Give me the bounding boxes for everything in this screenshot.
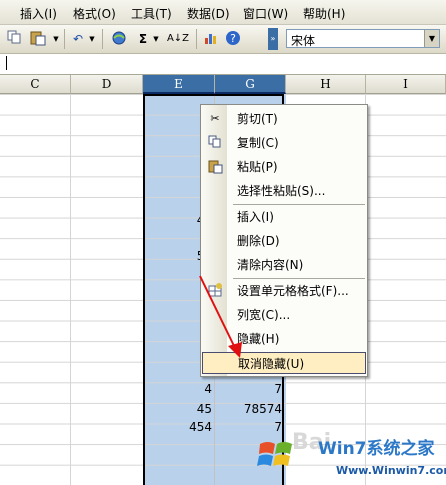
menu-item-copy[interactable]: 复制(C)	[202, 132, 366, 154]
menu-item-label: 取消隐藏(U)	[238, 357, 305, 371]
gridline	[70, 94, 71, 485]
menu-insert[interactable]: 插入(I)	[20, 5, 57, 22]
menu-item-column-width[interactable]: 列宽(C)...	[202, 304, 366, 326]
menu-item-label: 隐藏(H)	[237, 332, 280, 346]
menu-help[interactable]: 帮助(H)	[303, 5, 345, 22]
cell-g-value[interactable]: 7	[220, 379, 282, 399]
copy-icon	[207, 135, 223, 151]
undo-icon[interactable]: ↶	[70, 30, 86, 48]
menu-item-label: 选择性粘贴(S)...	[237, 184, 326, 198]
menu-item-label: 列宽(C)...	[237, 308, 291, 322]
toolbar-separator	[102, 29, 103, 49]
svg-text:?: ?	[230, 32, 236, 45]
scissors-icon: ✂	[210, 112, 220, 125]
menu-item-format-cells[interactable]: 设置单元格格式(F)...	[202, 280, 366, 302]
watermark-url: Www.Winwin7.com	[336, 464, 446, 477]
menu-item-label: 设置单元格格式(F)...	[237, 284, 349, 298]
menu-item-label: 复制(C)	[237, 136, 279, 150]
copy-icon[interactable]	[6, 30, 22, 48]
column-header-e[interactable]: E	[143, 75, 215, 94]
formula-bar[interactable]	[0, 54, 446, 75]
watermark: Win7系统之家 Www.Winwin7.com	[250, 430, 446, 485]
menu-item-label: 粘贴(P)	[237, 160, 278, 174]
menu-item-unhide[interactable]: 取消隐藏(U)	[202, 352, 366, 374]
menu-data[interactable]: 数据(D)	[187, 5, 230, 22]
menu-item-label: 剪切(T)	[237, 112, 278, 126]
sort-ascending-icon[interactable]: A↓Z	[166, 30, 190, 48]
font-name-select[interactable]: 宋体 ▼	[286, 29, 440, 48]
menu-item-cut[interactable]: ✂ 剪切(T)	[202, 108, 366, 130]
menu-format[interactable]: 格式(O)	[73, 5, 116, 22]
standard-toolbar: ▼ ↶ ▼ Σ ▼ A↓Z ? » 宋体 ▼	[0, 25, 446, 54]
column-header-d[interactable]: D	[71, 75, 143, 94]
paste-dropdown-icon[interactable]: ▼	[52, 30, 60, 48]
text-cursor	[6, 56, 7, 70]
font-name-value: 宋体	[291, 34, 316, 48]
paste-icon[interactable]	[28, 30, 50, 48]
menu-item-paste-special[interactable]: 选择性粘贴(S)...	[202, 180, 366, 202]
menu-tools[interactable]: 工具(T)	[131, 5, 172, 22]
column-header-h[interactable]: H	[286, 75, 366, 94]
context-menu: ✂ 剪切(T) 复制(C) 粘贴(P) 选择性粘贴(S)... 插入(I) 删除…	[200, 104, 368, 377]
cell-e-value[interactable]: 4	[150, 379, 212, 399]
autosum-dropdown-icon[interactable]: ▼	[152, 30, 160, 48]
autosum-icon[interactable]: Σ	[136, 30, 150, 48]
menu-bar: 插入(I) 格式(O) 工具(T) 数据(D) 窗口(W) 帮助(H)	[0, 0, 446, 25]
chart-wizard-icon[interactable]	[202, 30, 220, 48]
watermark-brand: Win7系统之家	[318, 439, 435, 459]
undo-dropdown-icon[interactable]: ▼	[88, 30, 96, 48]
windows-logo-icon	[257, 442, 292, 466]
toolbar-separator	[196, 29, 197, 49]
menu-item-label: 清除内容(N)	[237, 258, 304, 272]
menu-item-delete[interactable]: 删除(D)	[202, 230, 366, 252]
toolbar-separator	[64, 29, 65, 49]
hyperlink-icon[interactable]	[110, 30, 128, 48]
menu-item-label: 插入(I)	[237, 210, 274, 224]
paste-icon	[207, 159, 223, 175]
cell-e-value[interactable]: 45	[150, 399, 212, 419]
cell-g-value[interactable]: 78574	[220, 399, 282, 419]
menu-item-clear-contents[interactable]: 清除内容(N)	[202, 254, 366, 276]
chevron-down-icon[interactable]: ▼	[424, 30, 439, 47]
column-header-g[interactable]: G	[215, 75, 286, 94]
format-cells-icon	[207, 283, 223, 299]
menu-separator	[233, 204, 365, 205]
column-header-c[interactable]: C	[0, 75, 71, 94]
menu-item-paste[interactable]: 粘贴(P)	[202, 156, 366, 178]
help-icon[interactable]: ?	[224, 30, 242, 48]
column-header-i[interactable]: I	[366, 75, 446, 94]
menu-item-hide[interactable]: 隐藏(H)	[202, 328, 366, 350]
menu-item-insert[interactable]: 插入(I)	[202, 206, 366, 228]
menu-separator	[233, 278, 365, 279]
toolbar-options-icon[interactable]: »	[268, 28, 278, 50]
menu-item-label: 删除(D)	[237, 234, 280, 248]
menu-window[interactable]: 窗口(W)	[243, 5, 288, 22]
cell-e-value[interactable]: 454	[150, 417, 212, 437]
